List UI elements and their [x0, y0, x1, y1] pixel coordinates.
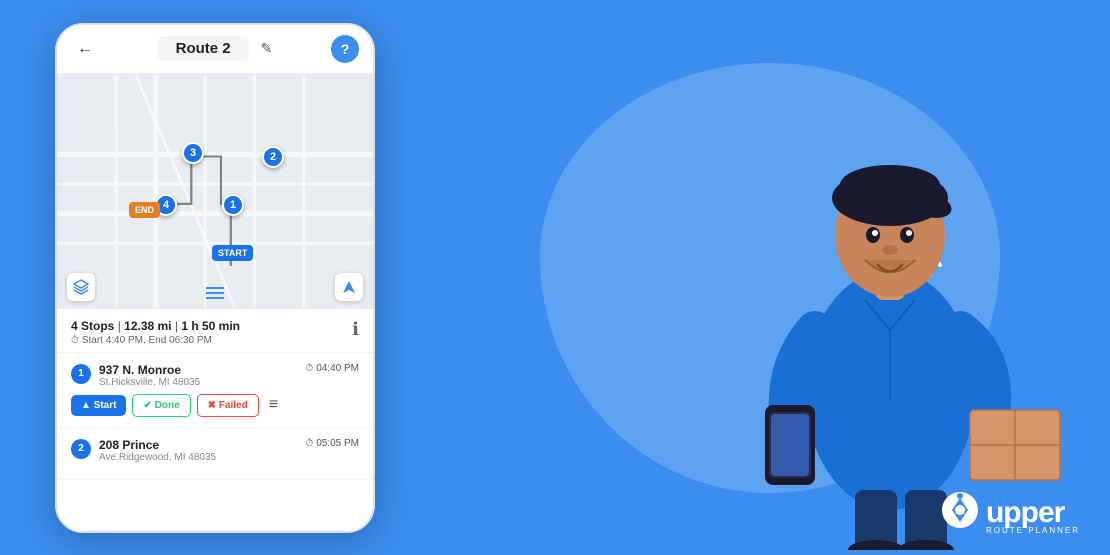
delivery-person — [690, 50, 1070, 555]
stop-2-header: 2 208 Prince Ave.Ridgewood, MI 48035 ⏱ 0… — [71, 438, 359, 463]
map-layer-button[interactable] — [67, 273, 95, 301]
done-button[interactable]: ✔ Done — [132, 394, 190, 417]
stop-1-street: 937 N. Monroe — [99, 363, 200, 377]
map-controls — [67, 273, 95, 301]
route-title: Route 2 — [158, 36, 249, 61]
more-menu-button[interactable]: ≡ — [265, 394, 282, 416]
stop-item-2: 2 208 Prince Ave.Ridgewood, MI 48035 ⏱ 0… — [57, 428, 373, 480]
stops-count: 4 Stops | 12.38 mi | 1 h 50 min — [71, 319, 240, 333]
map-stop-3: 3 — [182, 142, 204, 164]
edit-button[interactable]: ✎ — [261, 40, 273, 57]
map-start-label: START — [212, 245, 253, 261]
map-end-label: END — [129, 202, 160, 218]
start-button[interactable]: ▲ Start — [71, 395, 126, 416]
stop-1-actions: ▲ Start ✔ Done ✖ Failed ≡ — [71, 394, 359, 417]
stop-2-time: ⏱ 05:05 PM — [305, 438, 359, 449]
stop-2-street: 208 Prince — [99, 438, 216, 452]
route-summary-info: 4 Stops | 12.38 mi | 1 h 50 min ⏱ Start … — [71, 319, 240, 346]
stop-1-info: 1 937 N. Monroe St.Hicksville, MI 48035 — [71, 363, 200, 388]
stop-2-address: 208 Prince Ave.Ridgewood, MI 48035 — [99, 438, 216, 463]
stop-1-city: St.Hicksville, MI 48035 — [99, 377, 200, 388]
back-button[interactable]: ← — [71, 35, 99, 63]
map-navigation-button[interactable] — [335, 273, 363, 301]
time-range: ⏱ Start 4:40 PM, End 06:30 PM — [71, 335, 240, 346]
map-stop-2: 2 — [262, 146, 284, 168]
map-menu-lines[interactable] — [206, 287, 224, 299]
map-area: 1 2 3 4 START END — [57, 74, 373, 309]
stop-2-badge: 2 — [71, 439, 91, 459]
right-section: upper Route Planner — [430, 0, 1110, 555]
route-summary: 4 Stops | 12.38 mi | 1 h 50 min ⏱ Start … — [57, 309, 373, 353]
logo-tagline: Route Planner — [986, 526, 1080, 535]
left-section: ← Route 2 ✎ ? — [0, 0, 430, 555]
stop-2-city: Ave.Ridgewood, MI 48035 — [99, 452, 216, 463]
stop-item-1: 1 937 N. Monroe St.Hicksville, MI 48035 … — [57, 353, 373, 428]
stop-1-badge: 1 — [71, 364, 91, 384]
map-stop-1: 1 — [222, 194, 244, 216]
stop-1-address: 937 N. Monroe St.Hicksville, MI 48035 — [99, 363, 200, 388]
help-button[interactable]: ? — [331, 35, 359, 63]
phone-header: ← Route 2 ✎ ? — [57, 25, 373, 74]
failed-button[interactable]: ✖ Failed — [197, 394, 259, 417]
logo-brand: upper — [986, 498, 1080, 528]
stop-1-header: 1 937 N. Monroe St.Hicksville, MI 48035 … — [71, 363, 359, 388]
info-button[interactable]: ℹ — [352, 319, 359, 340]
phone-mockup: ← Route 2 ✎ ? — [55, 23, 375, 533]
logo-area: upper Route Planner — [940, 490, 1080, 535]
stop-2-info: 2 208 Prince Ave.Ridgewood, MI 48035 — [71, 438, 216, 463]
stop-1-time: ⏱ 04:40 PM — [305, 363, 359, 374]
